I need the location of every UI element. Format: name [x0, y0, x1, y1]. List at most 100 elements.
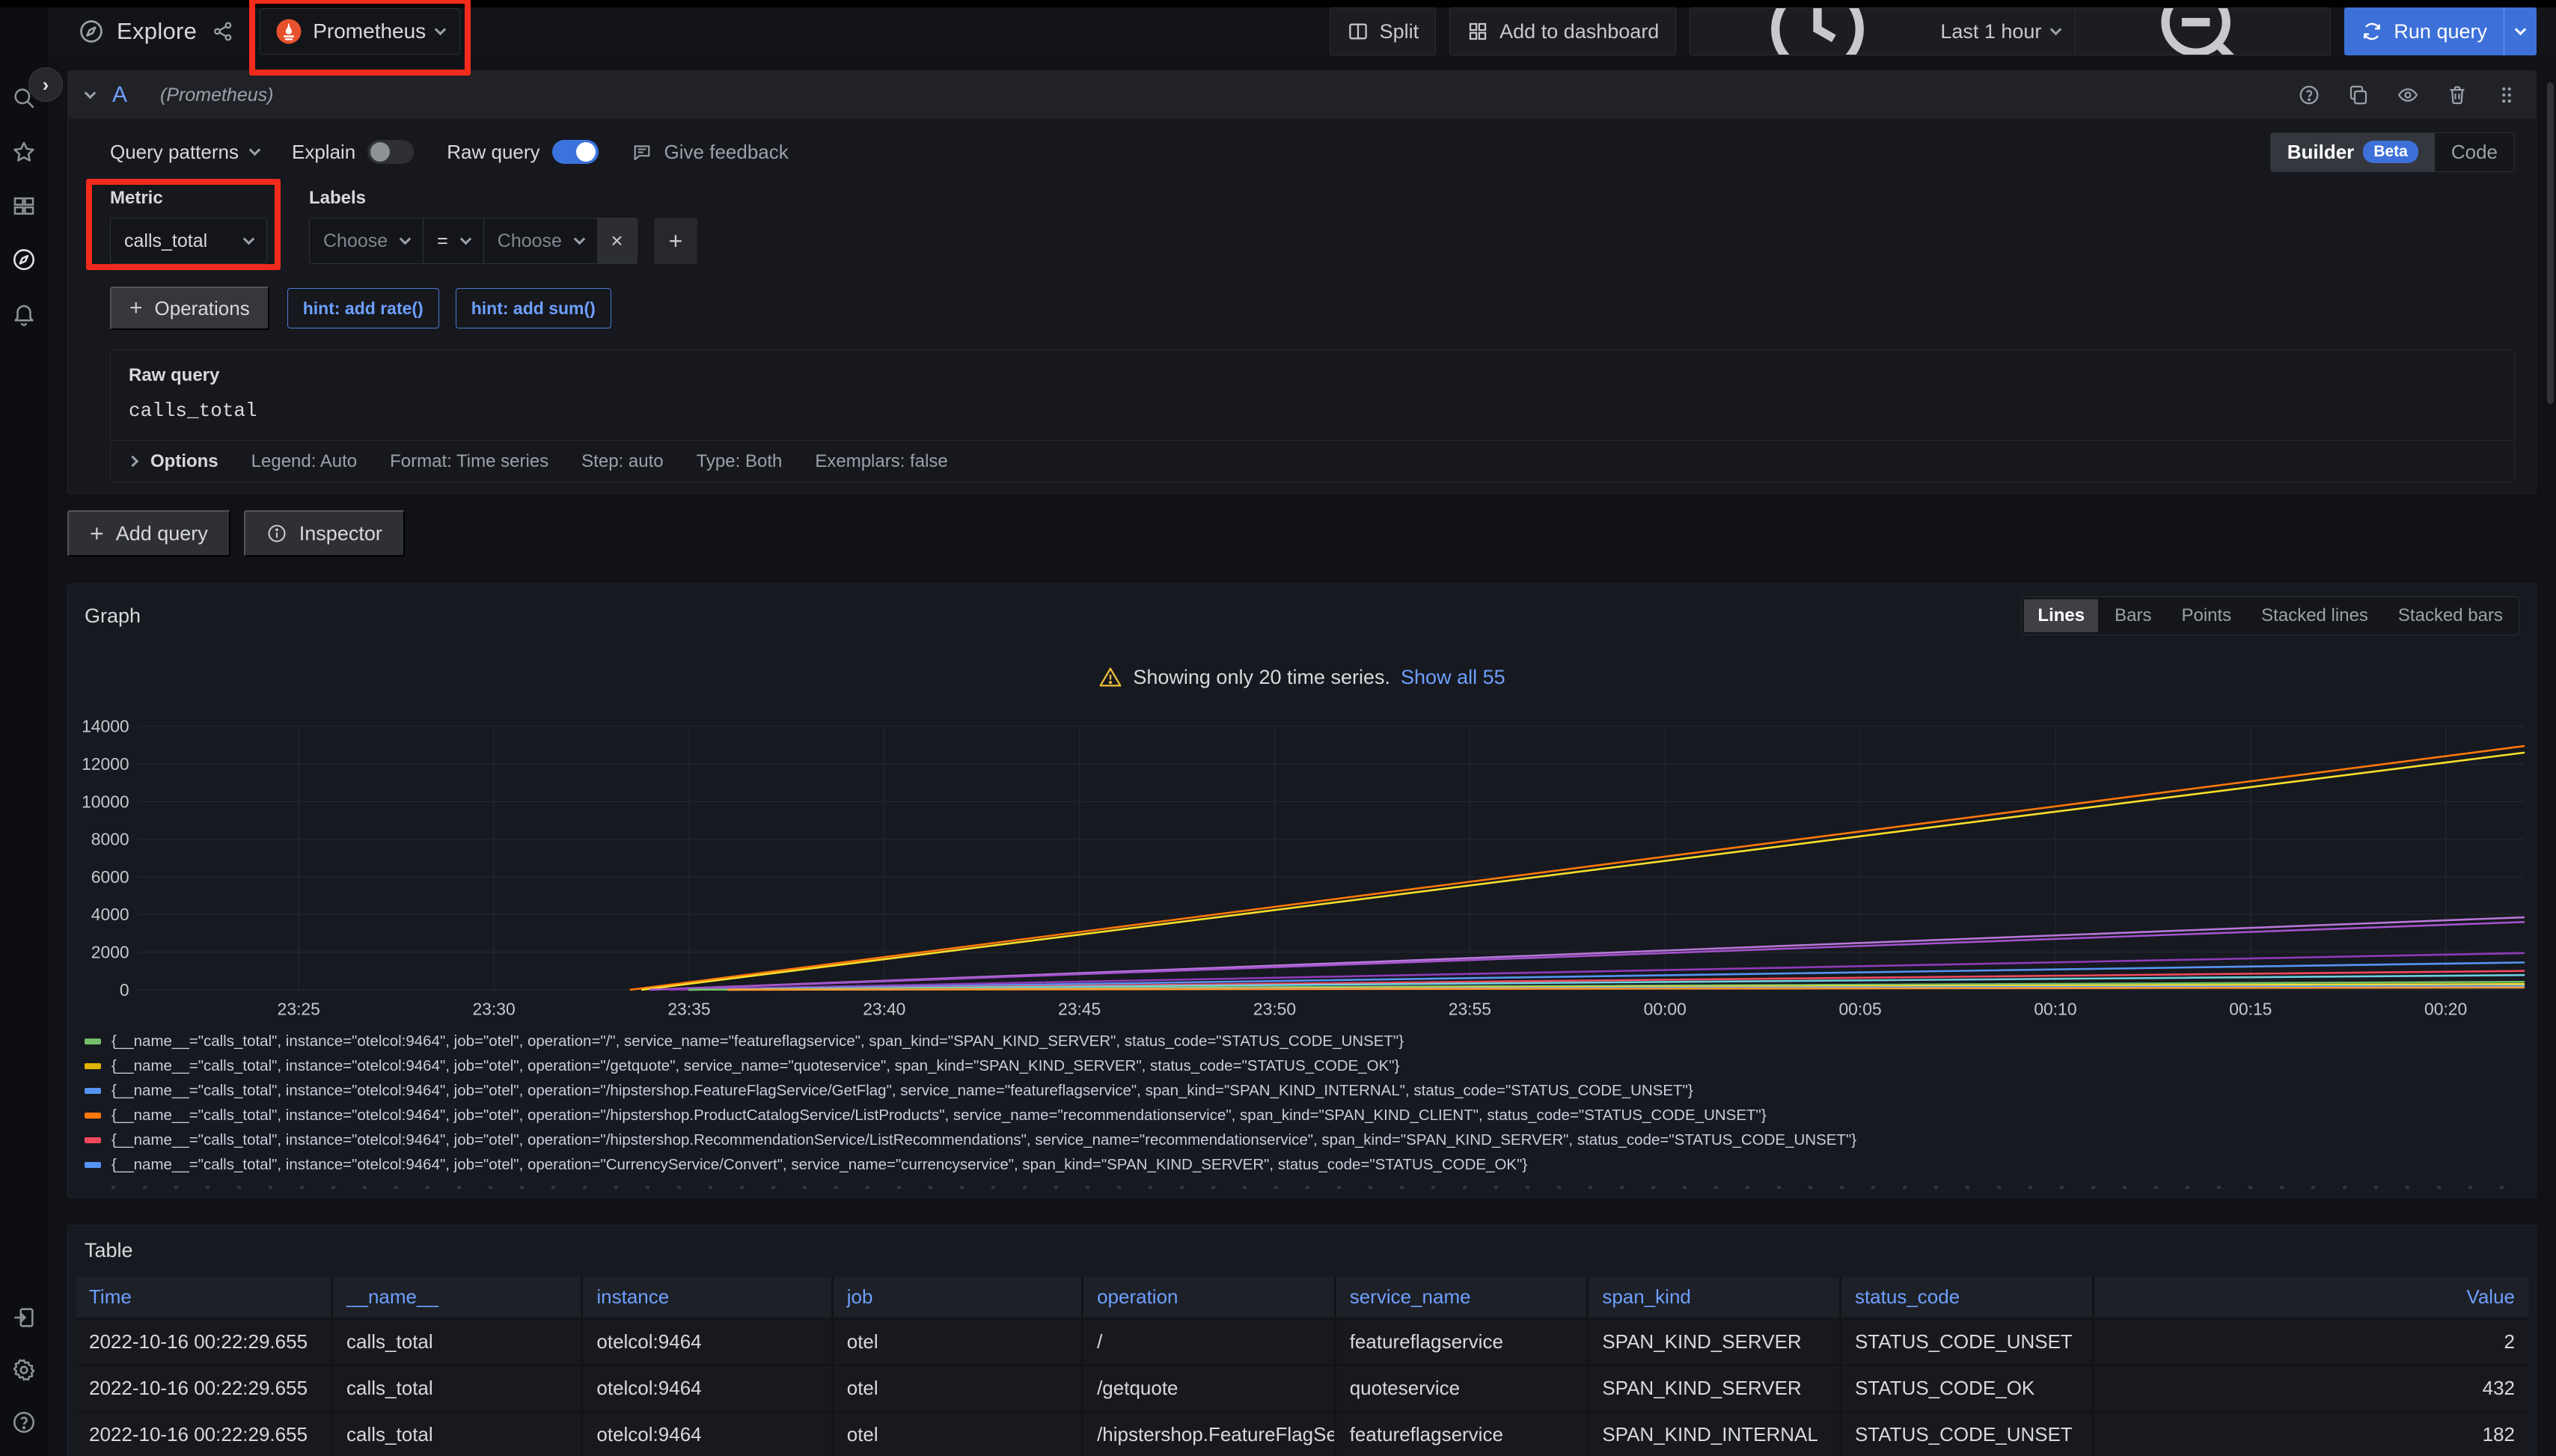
column-header-spankind[interactable]: span_kind	[1588, 1277, 1841, 1319]
options-label: Options	[150, 451, 218, 472]
add-query-button[interactable]: + Add query	[67, 510, 230, 557]
delete-query-trash-icon[interactable]	[2446, 84, 2468, 106]
prometheus-logo-icon	[275, 18, 302, 45]
query-patterns-label: Query patterns	[110, 141, 239, 164]
query-datasource-hint: (Prometheus)	[160, 85, 273, 106]
table-cell: 2022-10-16 00:22:29.655	[76, 1319, 332, 1365]
query-hint-button-1[interactable]: hint: add sum()	[456, 288, 611, 328]
datasource-picker[interactable]: Prometheus	[260, 8, 460, 55]
builder-tab[interactable]: Builder Beta	[2271, 133, 2435, 171]
legend-swatch-icon	[85, 1088, 101, 1094]
code-tab[interactable]: Code	[2435, 133, 2514, 171]
graph-mode-stacked-lines[interactable]: Stacked lines	[2248, 599, 2382, 632]
graph-mode-lines[interactable]: Lines	[2024, 599, 2098, 632]
clock-icon	[1705, 7, 1930, 55]
option-summary-3: Type: Both	[697, 451, 783, 472]
run-query-button[interactable]: Run query	[2344, 7, 2537, 55]
legend-item-1[interactable]: {__name__="calls_total", instance="otelc…	[85, 1054, 2519, 1079]
column-header-operation[interactable]: operation	[1083, 1277, 1336, 1319]
column-header-time[interactable]: Time	[76, 1277, 332, 1319]
query-row-header[interactable]: A (Prometheus)	[68, 71, 2536, 119]
column-header-servicename[interactable]: service_name	[1335, 1277, 1588, 1319]
legend-swatch-icon	[85, 1039, 101, 1044]
split-button[interactable]: Split	[1330, 7, 1437, 55]
grafana-logo-icon[interactable]	[7, 18, 40, 51]
metric-value: calls_total	[124, 230, 207, 252]
raw-query-toggle[interactable]	[552, 140, 599, 164]
chevron-down-icon	[435, 23, 447, 35]
run-query-dropdown[interactable]	[2504, 7, 2537, 55]
starred-icon[interactable]	[11, 139, 37, 165]
split-label: Split	[1380, 20, 1419, 43]
duplicate-query-icon[interactable]	[2347, 84, 2370, 106]
give-feedback-link[interactable]: Give feedback	[632, 141, 789, 164]
collapse-chevron-icon[interactable]	[85, 87, 97, 99]
svg-text:10000: 10000	[82, 792, 129, 811]
inspector-label: Inspector	[299, 522, 382, 545]
settings-gear-icon[interactable]	[11, 1357, 37, 1383]
explain-toggle[interactable]	[367, 140, 414, 164]
dashboards-icon[interactable]	[11, 193, 37, 218]
alerting-bell-icon[interactable]	[11, 301, 37, 326]
operations-button[interactable]: + Operations	[110, 287, 269, 330]
sign-in-icon[interactable]	[11, 1305, 37, 1330]
graph-mode-bars[interactable]: Bars	[2101, 599, 2165, 632]
share-icon[interactable]	[212, 20, 234, 43]
column-header-statuscode[interactable]: status_code	[1840, 1277, 2093, 1319]
inspector-button[interactable]: Inspector	[244, 510, 405, 557]
labels-label: Labels	[309, 188, 697, 209]
toggle-visibility-eye-icon[interactable]	[2397, 84, 2419, 106]
graph-mode-points[interactable]: Points	[2168, 599, 2245, 632]
legend-item-4[interactable]: {__name__="calls_total", instance="otelc…	[85, 1128, 2519, 1153]
svg-text:23:55: 23:55	[1449, 1000, 1491, 1019]
label-value-select[interactable]: Choose	[483, 218, 597, 264]
query-hint-button-0[interactable]: hint: add rate()	[287, 288, 439, 328]
table-panel-title: Table	[68, 1226, 2536, 1277]
graph-panel: Graph LinesBarsPointsStacked linesStacke…	[67, 584, 2537, 1198]
legend-item-2[interactable]: {__name__="calls_total", instance="otelc…	[85, 1079, 2519, 1104]
legend-item-0[interactable]: {__name__="calls_total", instance="otelc…	[85, 1030, 2519, 1054]
explain-label: Explain	[292, 141, 355, 164]
show-all-series-link[interactable]: Show all 55	[1401, 666, 1505, 689]
column-header-name[interactable]: __name__	[332, 1277, 582, 1319]
svg-text:6000: 6000	[91, 867, 129, 887]
query-help-icon[interactable]	[2298, 84, 2320, 106]
beta-badge: Beta	[2363, 141, 2418, 163]
builder-label: Builder	[2287, 141, 2355, 164]
give-feedback-label: Give feedback	[664, 141, 789, 164]
column-header-job[interactable]: job	[832, 1277, 1082, 1319]
table-cell: STATUS_CODE_UNSET	[1840, 1412, 2093, 1456]
table-cell: quoteservice	[1335, 1365, 1588, 1412]
explore-compass-icon[interactable]	[11, 247, 37, 272]
time-series-chart[interactable]: 0200040006000800010000120001400023:2523:…	[68, 697, 2536, 1025]
label-operator-value: =	[437, 230, 448, 252]
legend-label: {__name__="calls_total", instance="otelc…	[111, 1082, 1693, 1100]
info-icon	[266, 523, 287, 544]
svg-text:00:05: 00:05	[1838, 1000, 1881, 1019]
sidebar-expand-button[interactable]: ›	[28, 67, 63, 102]
scrollbar-thumb[interactable]	[2547, 82, 2554, 404]
zoom-out-time-button[interactable]	[2076, 8, 2330, 55]
page-title: Explore	[78, 18, 197, 45]
column-header-instance[interactable]: instance	[582, 1277, 832, 1319]
table-cell: otel	[832, 1319, 1082, 1365]
remove-label-filter-button[interactable]: ×	[597, 218, 638, 264]
legend-item-3[interactable]: {__name__="calls_total", instance="otelc…	[85, 1104, 2519, 1128]
label-key-select[interactable]: Choose	[309, 218, 423, 264]
add-to-dashboard-button[interactable]: Add to dashboard	[1449, 7, 1676, 55]
svg-text:00:15: 00:15	[2229, 1000, 2272, 1019]
legend-swatch-icon	[85, 1063, 101, 1069]
time-range-button[interactable]: Last 1 hour	[1690, 8, 2075, 55]
graph-mode-stacked-bars[interactable]: Stacked bars	[2385, 599, 2516, 632]
legend-item-5[interactable]: {__name__="calls_total", instance="otelc…	[85, 1153, 2519, 1178]
svg-text:00:10: 00:10	[2034, 1000, 2076, 1019]
drag-handle-icon[interactable]	[2495, 84, 2518, 106]
metric-select[interactable]: calls_total	[110, 218, 267, 264]
query-patterns-dropdown[interactable]: Query patterns	[110, 141, 259, 164]
label-operator-select[interactable]: =	[423, 218, 483, 264]
table-cell: calls_total	[332, 1319, 582, 1365]
column-header-value[interactable]: Value	[2093, 1277, 2528, 1319]
add-label-filter-button[interactable]: +	[654, 218, 697, 264]
options-row[interactable]: Options Legend: AutoFormat: Time seriesS…	[110, 441, 2515, 483]
help-icon[interactable]	[11, 1410, 37, 1435]
